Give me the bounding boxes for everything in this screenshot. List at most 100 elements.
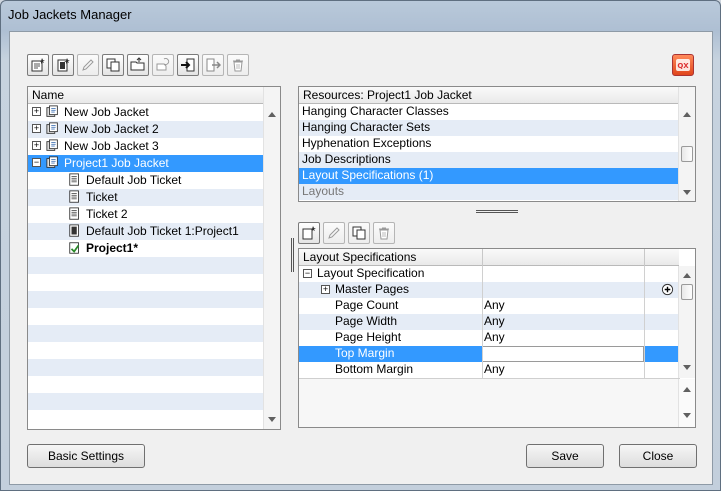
tree-item[interactable]: Project1* [28, 240, 264, 257]
toolbar-edit-pencil-button[interactable] [77, 54, 99, 76]
resources-list: Resources: Project1 Job Jacket Hanging C… [298, 86, 696, 202]
spec-value: Any [484, 298, 505, 312]
spec-value: Any [484, 314, 505, 328]
expand-icon[interactable]: + [32, 124, 41, 133]
quarkxpress-icon[interactable]: QX [672, 54, 694, 76]
toolbar-new-ticket-button[interactable] [52, 54, 74, 76]
spec-description-area [299, 378, 680, 427]
tree-item-label: Default Job Ticket 1:Project1 [86, 224, 239, 238]
scroll-down-icon[interactable] [683, 190, 691, 195]
tree-item[interactable]: + New Job Jacket 2 [28, 121, 264, 138]
tree-item[interactable]: Default Job Ticket 1:Project1 [28, 223, 264, 240]
tree-empty-row [28, 342, 264, 359]
tree-empty-row [28, 325, 264, 342]
spec-row[interactable]: Top Margin [299, 346, 680, 362]
dialog-body: QX Name + New Job Jacket + New Job Jacket 2… [9, 31, 713, 485]
scroll-down-icon[interactable] [683, 413, 691, 418]
spec-row[interactable]: Page Width Any [299, 314, 680, 330]
spec-row[interactable]: Page Height Any [299, 330, 680, 346]
resource-item[interactable]: Layouts [299, 184, 679, 200]
resource-item-label: Layout Specifications (1) [302, 168, 434, 182]
resource-item[interactable]: Hanging Character Classes [299, 104, 679, 120]
job-jacket-tree: Name + New Job Jacket + New Job Jacket 2 + Ne… [27, 86, 281, 430]
toolbar-export-button[interactable] [202, 54, 224, 76]
scroll-up-icon[interactable] [683, 273, 691, 278]
spec-duplicate-button[interactable] [348, 222, 370, 244]
tree-scrollbar[interactable] [263, 87, 280, 429]
tree-empty-row [28, 291, 264, 308]
spec-trash-button[interactable] [373, 222, 395, 244]
resource-item-label: Hyphenation Exceptions [302, 136, 432, 150]
spec-value: Any [484, 362, 505, 376]
spec-scrollbar[interactable] [678, 266, 695, 378]
close-button[interactable]: Close [619, 444, 697, 468]
tree-item[interactable]: Ticket 2 [28, 206, 264, 223]
toolbar-trash-button[interactable] [227, 54, 249, 76]
import-icon [181, 58, 195, 72]
tree-item[interactable]: + New Job Jacket 3 [28, 138, 264, 155]
toolbar-link-button[interactable] [152, 54, 174, 76]
tree-empty-row [28, 393, 264, 410]
tree-empty-row [28, 376, 264, 393]
tree-item-label: New Job Jacket 3 [64, 139, 159, 153]
export-icon [206, 58, 221, 72]
scroll-up-icon[interactable] [683, 387, 691, 392]
tree-item-label: Project1 Job Jacket [64, 156, 169, 170]
resource-item-label: Job Descriptions [302, 152, 391, 166]
expand-icon[interactable]: + [32, 107, 41, 116]
layout-spec-grid: Layout Specifications − Layout Specificat… [298, 248, 696, 428]
new-spec-icon [302, 226, 316, 240]
collapse-icon[interactable]: − [303, 269, 312, 278]
tree-item[interactable]: − Project1 Job Jacket [28, 155, 264, 172]
add-circle-icon[interactable] [661, 283, 674, 296]
tree-item[interactable]: + New Job Jacket [28, 104, 264, 121]
tree-empty-row [28, 359, 264, 376]
toolbar-new-jacket-button[interactable] [27, 54, 49, 76]
duplicate-icon [352, 226, 366, 240]
toolbar-open-folder-button[interactable] [127, 54, 149, 76]
basic-settings-button[interactable]: Basic Settings [27, 444, 145, 468]
resource-item[interactable]: Hanging Character Sets [299, 120, 679, 136]
ticket-icon [69, 207, 79, 220]
scroll-up-icon[interactable] [683, 112, 691, 117]
spec-row[interactable]: + Master Pages [299, 282, 680, 298]
toolbar-duplicate-button[interactable] [102, 54, 124, 76]
new-ticket-icon [57, 58, 70, 72]
resource-item[interactable]: Hyphenation Exceptions [299, 136, 679, 152]
scrollbar-thumb[interactable] [681, 284, 693, 300]
scroll-up-icon[interactable] [268, 112, 276, 117]
description-scrollbar[interactable] [678, 379, 695, 427]
edit-pencil-icon [328, 227, 340, 239]
tree-item[interactable]: Default Job Ticket [28, 172, 264, 189]
spec-value-editor[interactable] [482, 346, 644, 362]
expand-icon[interactable]: + [32, 141, 41, 150]
spec-column-header: Layout Specifications [299, 249, 679, 266]
resources-scrollbar[interactable] [678, 87, 695, 201]
spec-row[interactable]: Page Count Any [299, 298, 680, 314]
scroll-down-icon[interactable] [268, 417, 276, 422]
vertical-splitter[interactable] [291, 238, 294, 272]
resources-column-header: Resources: Project1 Job Jacket [299, 87, 679, 104]
scroll-down-icon[interactable] [683, 365, 691, 370]
tree-empty-row [28, 308, 264, 325]
resource-item[interactable]: Layout Specifications (1) [299, 168, 679, 184]
spec-row[interactable]: − Layout Specification [299, 266, 680, 282]
tree-item-label: New Job Jacket [64, 105, 149, 119]
svg-text:QX: QX [677, 62, 689, 70]
spec-new-spec-button[interactable] [298, 222, 320, 244]
tree-item[interactable]: Ticket [28, 189, 264, 206]
tree-empty-row [28, 410, 264, 427]
horizontal-splitter[interactable] [476, 210, 518, 213]
spec-edit-pencil-button[interactable] [323, 222, 345, 244]
tree-empty-row [28, 257, 264, 274]
tree-item-label: Project1* [86, 241, 139, 255]
resource-item[interactable]: Job Descriptions [299, 152, 679, 168]
expand-icon[interactable]: + [321, 285, 330, 294]
spec-label: Page Height [335, 330, 402, 344]
save-button[interactable]: Save [526, 444, 604, 468]
duplicate-icon [106, 58, 120, 72]
toolbar-import-button[interactable] [177, 54, 199, 76]
scrollbar-thumb[interactable] [681, 146, 693, 162]
collapse-icon[interactable]: − [32, 158, 41, 167]
spec-row[interactable]: Bottom Margin Any [299, 362, 680, 378]
